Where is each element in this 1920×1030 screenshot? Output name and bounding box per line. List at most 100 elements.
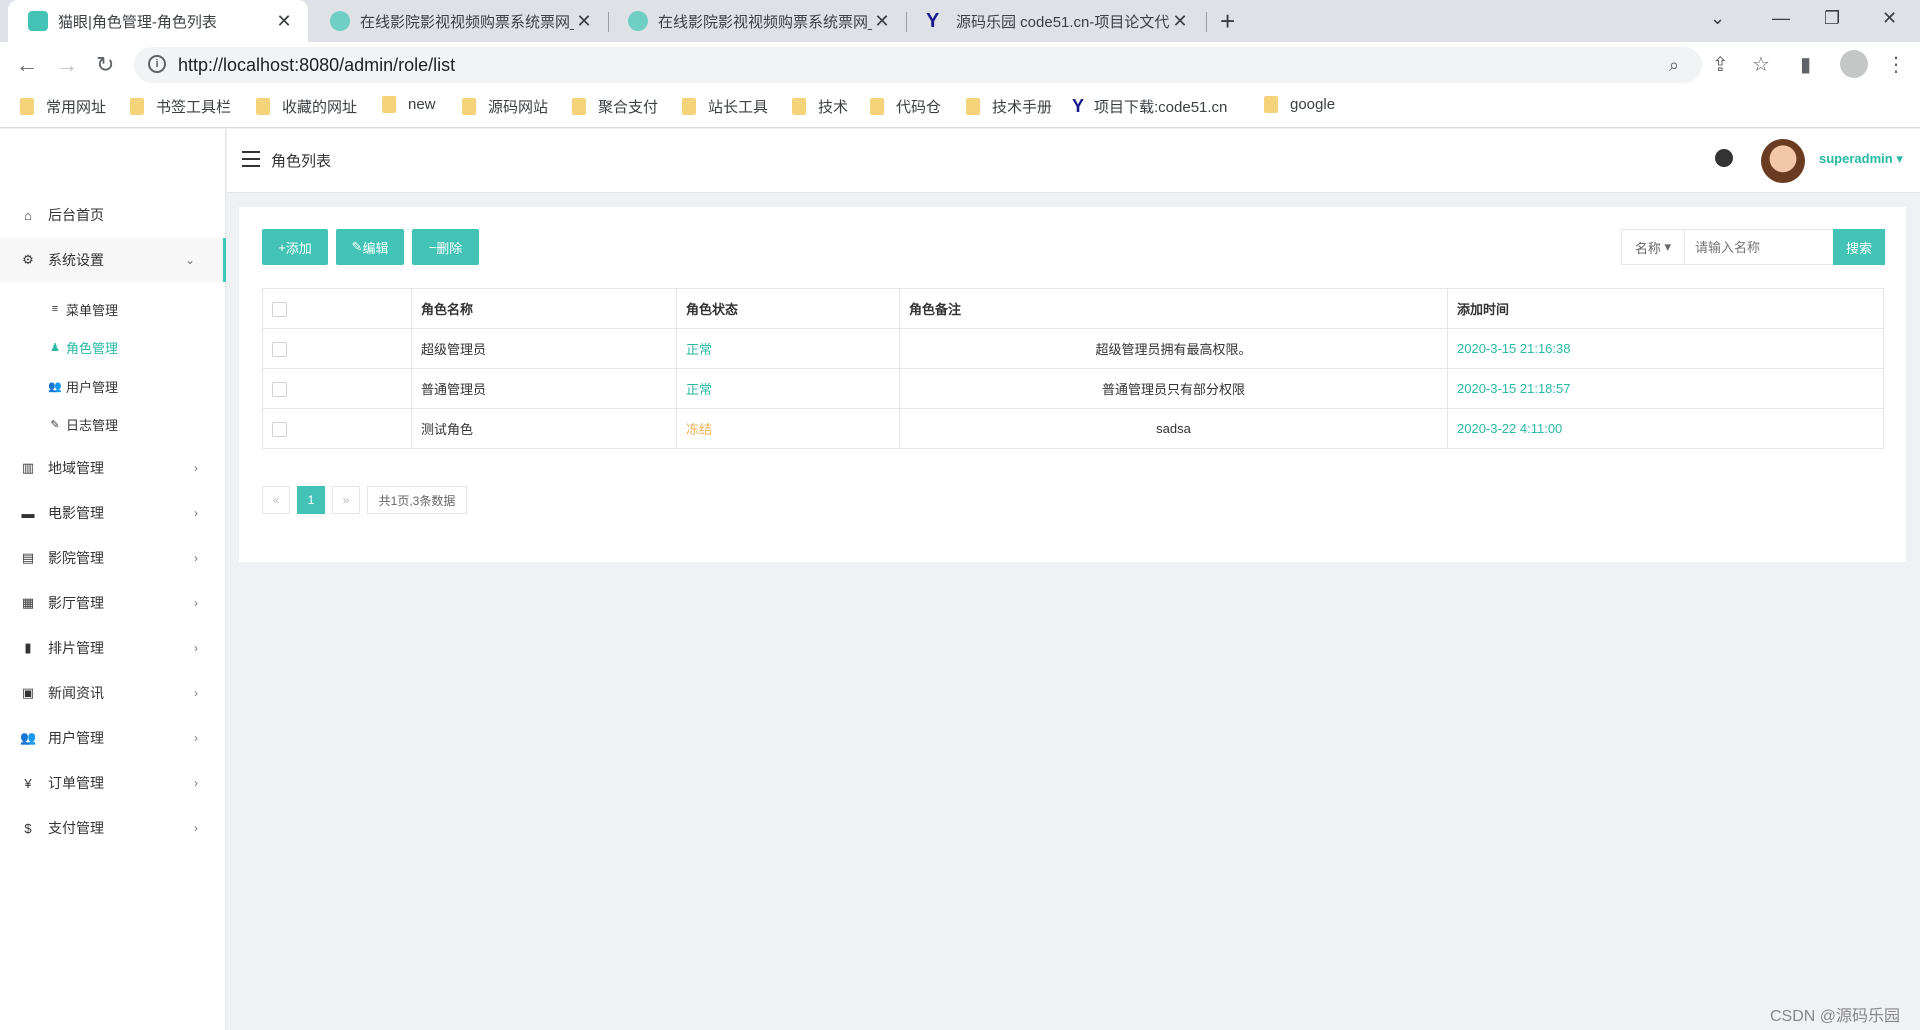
sidebar-item-label: 系统设置	[48, 252, 104, 268]
sidebar-item-label: 订单管理	[48, 775, 104, 791]
sidebar-item-payment[interactable]: $ 支付管理 ›	[0, 806, 226, 850]
column-header[interactable]: 角色备注	[899, 288, 1448, 329]
sidebar-item-system-settings[interactable]: ⚙ 系统设置 ⌄	[0, 238, 226, 282]
bookmark-item[interactable]: 技术手册	[966, 96, 1052, 117]
page-1-button[interactable]: 1	[297, 486, 325, 514]
zoom-icon[interactable]: ⌕	[1669, 55, 1679, 76]
row-checkbox[interactable]	[272, 381, 287, 397]
table-row[interactable]: 测试角色 冻结 sadsa 2020-3-22 4:11:00	[262, 408, 1884, 449]
sidebar-item-movie[interactable]: ▬ 电影管理 ›	[0, 491, 226, 535]
bookmark-item[interactable]: 代码仓	[870, 96, 941, 117]
column-header[interactable]: 角色名称	[411, 288, 677, 329]
sidebar-item-region[interactable]: ▥ 地域管理 ›	[0, 446, 226, 490]
sidebar-item-schedule[interactable]: ▮ 排片管理 ›	[0, 626, 226, 670]
back-icon[interactable]: ←	[16, 52, 38, 78]
select-all-checkbox[interactable]	[272, 301, 287, 317]
side-panel-icon[interactable]: ▮	[1800, 52, 1811, 77]
close-tab-icon[interactable]: ✕	[1170, 11, 1190, 32]
column-header[interactable]: 角色状态	[676, 288, 900, 329]
browser-tab[interactable]: 在线影院影视视频购票系统票网_ ✕	[608, 0, 906, 42]
tab-search-icon[interactable]: ⌄	[1710, 8, 1725, 29]
reload-icon[interactable]: ↻	[96, 52, 114, 78]
bookmark-item[interactable]: new	[382, 96, 436, 113]
bookmark-item[interactable]: 源码网站	[462, 96, 548, 117]
sidebar-item-orders[interactable]: ¥ 订单管理 ›	[0, 761, 226, 805]
avatar[interactable]	[1761, 139, 1805, 183]
bookmark-item[interactable]: 常用网址	[20, 96, 106, 117]
sidebar-subitem-log[interactable]: ✎ 日志管理	[48, 409, 118, 439]
gear-icon: ⚙	[22, 252, 34, 267]
button-label: 删除	[436, 240, 463, 256]
search-button[interactable]: 搜索	[1833, 229, 1885, 265]
sidebar-subitem-menu[interactable]: ≡ 菜单管理	[48, 294, 118, 324]
browser-tab-active[interactable]: 猫眼|角色管理-角色列表 ✕	[8, 0, 308, 42]
chevron-right-icon: ›	[194, 596, 198, 610]
sidebar-item-label: 影厅管理	[48, 595, 104, 611]
sidebar-subitem-role[interactable]: ♟ 角色管理	[48, 332, 118, 362]
sidebar-subitem-user[interactable]: 👥 用户管理	[48, 371, 118, 401]
user-menu[interactable]: superadmin ▾	[1819, 151, 1903, 167]
bookmark-item[interactable]: 书签工具栏	[130, 96, 231, 117]
sidebar-item-users[interactable]: 👥 用户管理 ›	[0, 716, 226, 760]
search-field-select[interactable]: 名称 ▾	[1621, 229, 1685, 265]
site-info-icon[interactable]: i	[148, 55, 166, 73]
sidebar-item-cinema[interactable]: ▤ 影院管理 ›	[0, 536, 226, 580]
row-checkbox[interactable]	[272, 421, 287, 437]
restore-icon[interactable]: ❐	[1824, 8, 1840, 29]
close-tab-icon[interactable]: ✕	[274, 11, 294, 32]
column-header[interactable]: 添加时间	[1447, 288, 1884, 329]
news-icon: ▣	[21, 685, 35, 700]
chevron-right-icon: ›	[194, 506, 198, 520]
search-input[interactable]	[1684, 229, 1834, 265]
menu-dots-icon[interactable]: ⋮	[1886, 52, 1906, 77]
add-button[interactable]: + 添加	[262, 229, 328, 265]
folder-icon	[462, 98, 476, 115]
tab-title: 猫眼|角色管理-角色列表	[58, 13, 217, 31]
bookmark-item[interactable]: 收藏的网址	[256, 96, 357, 117]
bookmark-star-icon[interactable]: ☆	[1752, 52, 1770, 77]
theme-palette-icon[interactable]	[1715, 149, 1733, 167]
sidebar-item-hall[interactable]: ▦ 影厅管理 ›	[0, 581, 226, 625]
forward-icon[interactable]: →	[56, 52, 78, 78]
address-bar[interactable]: i http://localhost:8080/admin/role/list …	[134, 47, 1702, 83]
browser-tab[interactable]: 在线影院影视视频购票系统票网_ ✕	[310, 0, 608, 42]
browser-tab[interactable]: Y 源码乐园 code51.cn-项目论文代 ✕	[906, 0, 1204, 42]
bookmark-item[interactable]: google	[1264, 96, 1335, 113]
schedule-icon: ▮	[24, 640, 32, 655]
role-status: 冻结	[676, 408, 900, 449]
prev-page-button[interactable]: «	[262, 486, 290, 514]
table-row[interactable]: 普通管理员 正常 普通管理员只有部分权限 2020-3-15 21:18:57	[262, 368, 1884, 409]
close-tab-icon[interactable]: ✕	[574, 11, 594, 32]
table-row[interactable]: 超级管理员 正常 超级管理员拥有最高权限。 2020-3-15 21:16:38	[262, 328, 1884, 369]
menu-toggle-icon[interactable]	[242, 151, 260, 172]
chevron-right-icon: ›	[194, 731, 198, 745]
bookmark-label: 聚合支付	[598, 99, 659, 116]
created-time: 2020-3-15 21:16:38	[1447, 328, 1884, 369]
delete-button[interactable]: − 删除	[412, 229, 479, 265]
profile-avatar[interactable]	[1840, 50, 1868, 78]
folder-icon	[130, 98, 144, 115]
next-page-button[interactable]: »	[332, 486, 360, 514]
bookmark-item[interactable]: 聚合支付	[572, 96, 658, 117]
site-favicon-icon	[628, 11, 648, 31]
list-icon: ≡	[51, 303, 59, 315]
folder-icon	[1264, 96, 1278, 113]
close-window-icon[interactable]: ✕	[1882, 8, 1897, 29]
bookmark-item[interactable]: 站长工具	[682, 96, 768, 117]
row-checkbox-cell	[262, 368, 412, 409]
page-title: 角色列表	[271, 153, 332, 170]
sidebar: ⌂ 后台首页 ⚙ 系统设置 ⌄ ≡ 菜单管理 ♟ 角色管理 👥 用户管理 ✎ 日志管理 ▥ 地…	[0, 129, 226, 1030]
bookmark-item[interactable]: 技术	[792, 96, 848, 117]
minimize-icon[interactable]: —	[1772, 8, 1790, 29]
yen-icon: ¥	[24, 775, 32, 791]
bookmark-item[interactable]: Y 项目下载:code51.cn	[1072, 96, 1227, 117]
new-tab-icon[interactable]: +	[1220, 6, 1235, 37]
share-icon[interactable]: ⇪	[1712, 52, 1729, 77]
remove-user-icon: −	[428, 239, 437, 255]
edit-button[interactable]: ✎ 编辑	[336, 229, 404, 265]
row-checkbox[interactable]	[272, 341, 287, 357]
sidebar-item-home[interactable]: ⌂ 后台首页	[0, 193, 226, 237]
hall-icon: ▦	[21, 595, 35, 610]
sidebar-item-news[interactable]: ▣ 新闻资讯 ›	[0, 671, 226, 715]
close-tab-icon[interactable]: ✕	[872, 11, 892, 32]
